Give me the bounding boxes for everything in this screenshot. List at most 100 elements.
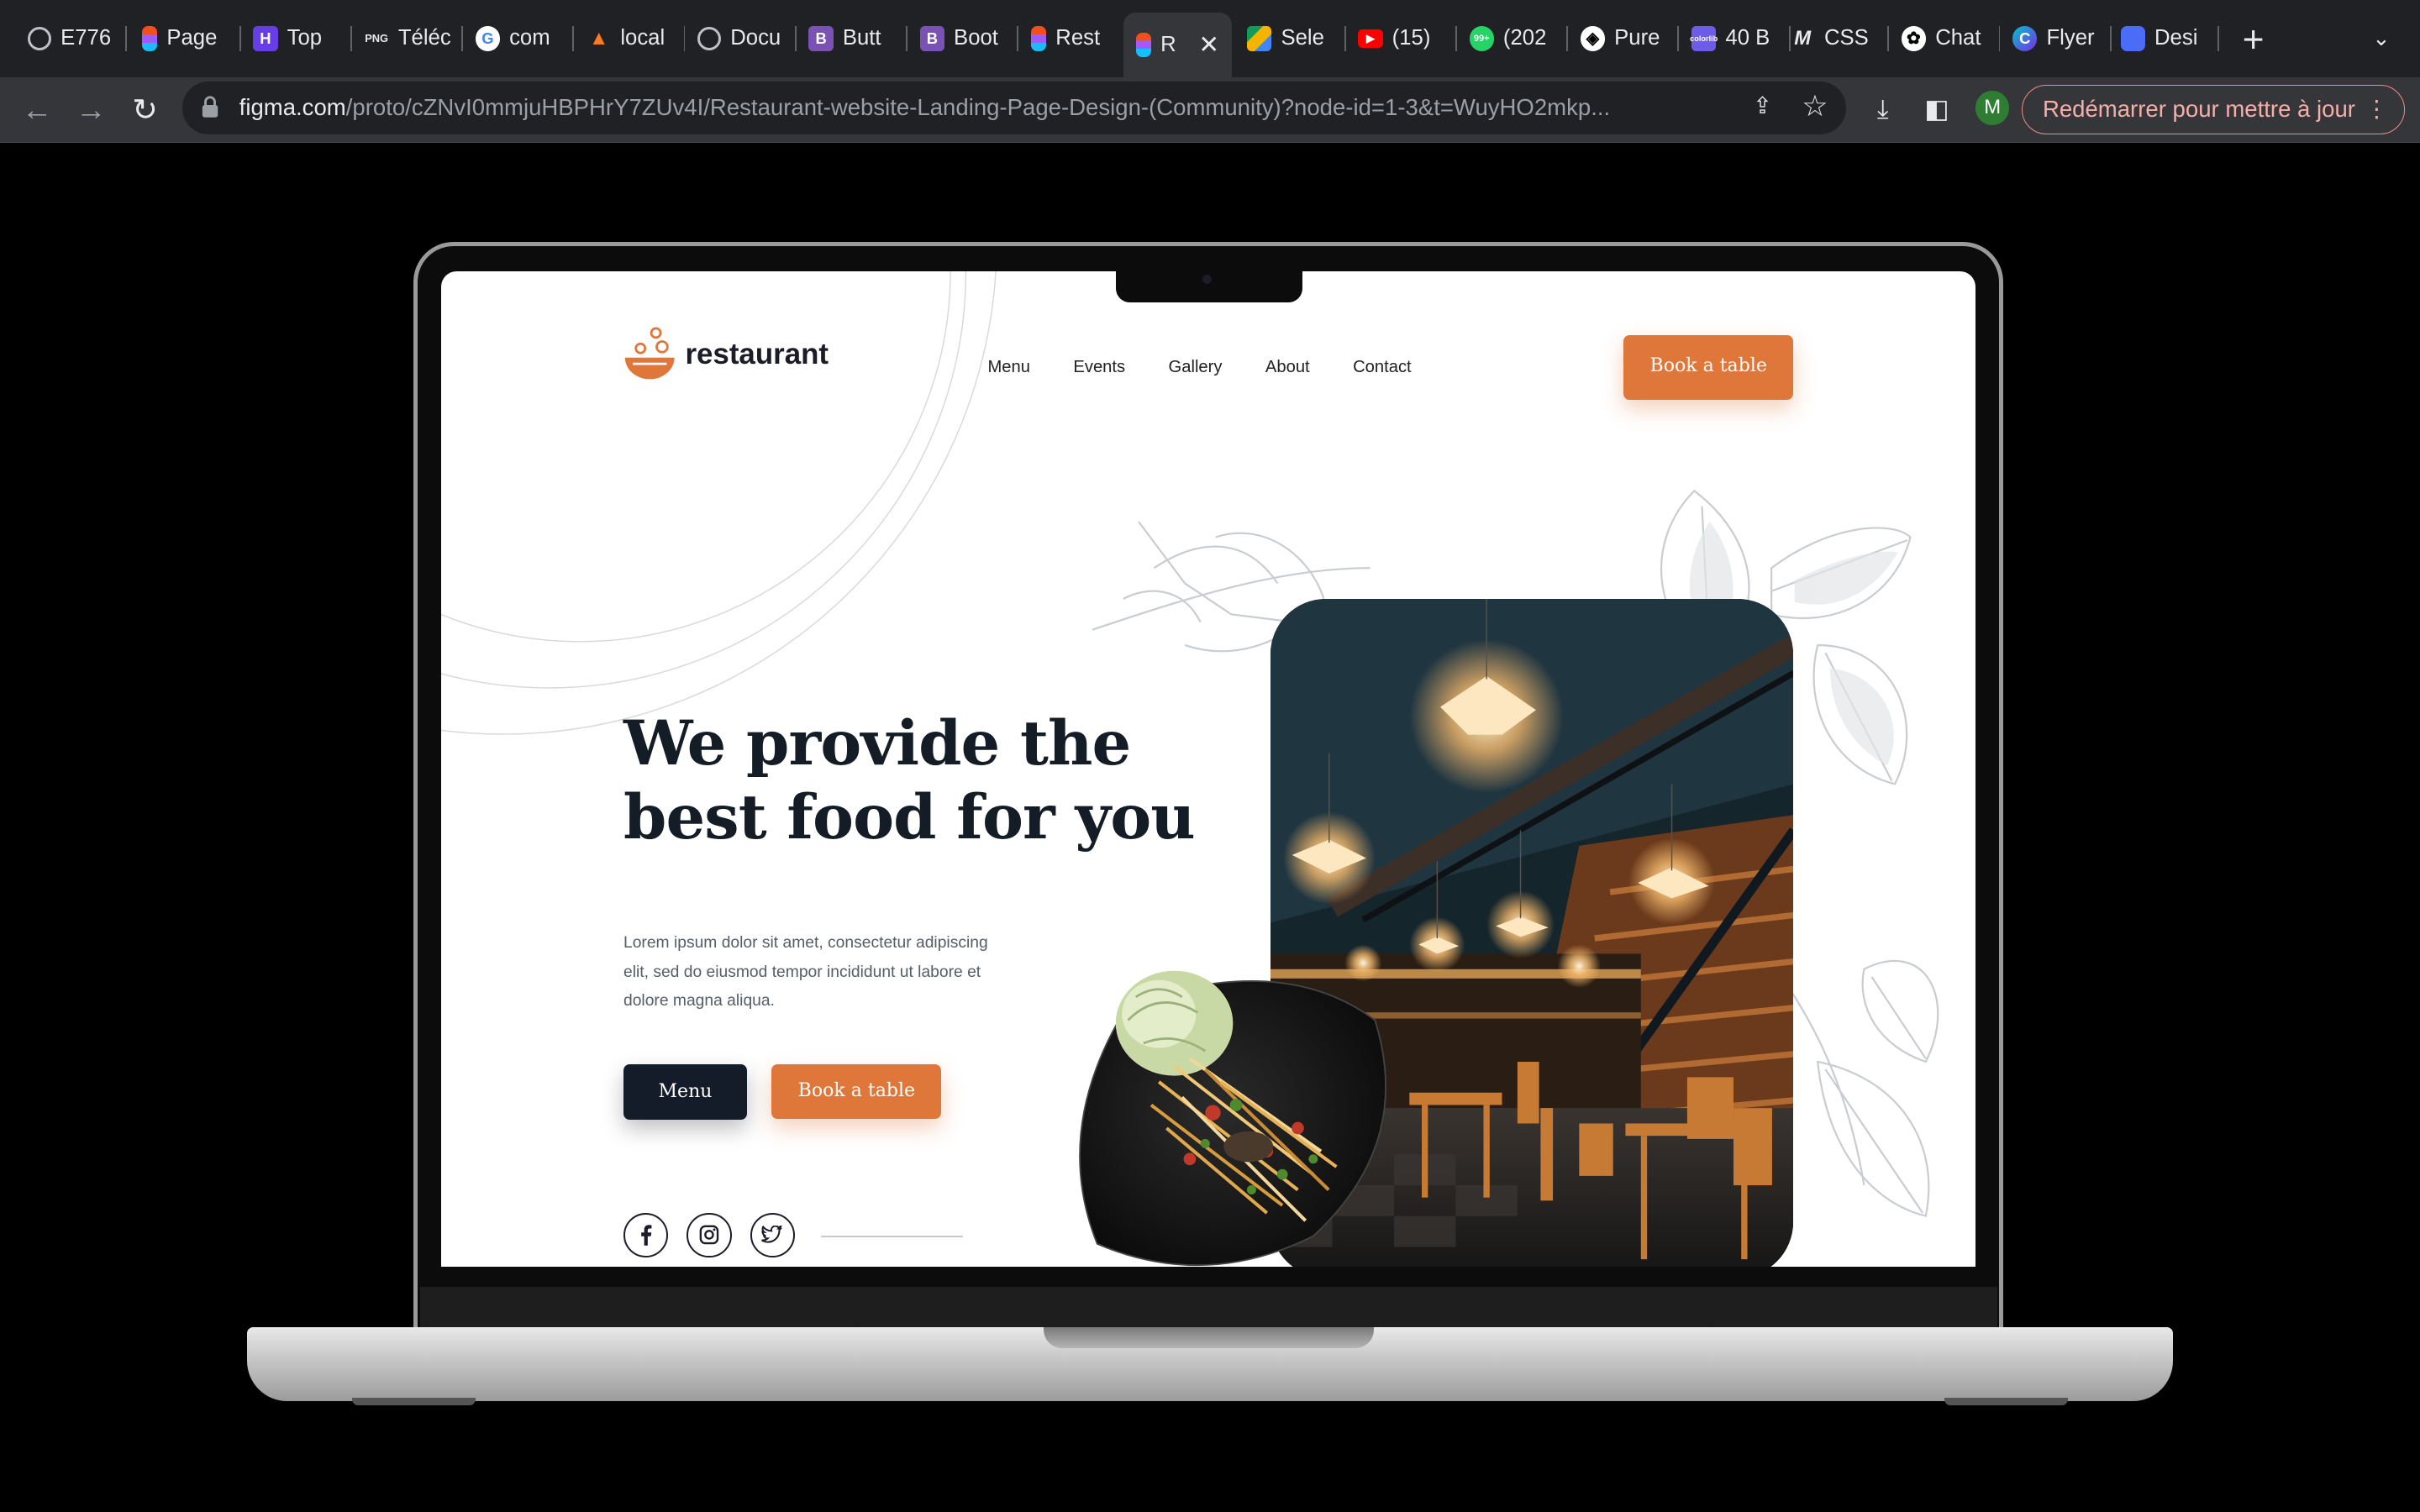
browser-tab[interactable]: C Flyer [2000, 13, 2112, 65]
tab-label: Flyer [2046, 26, 2095, 50]
laptop-thumb-notch [1043, 1326, 1374, 1349]
book-table-nav-button[interactable]: Book a table [1623, 334, 1794, 400]
browser-tab[interactable]: M CSS [1778, 13, 1890, 65]
globe-icon [28, 26, 52, 50]
google-drive-icon [1247, 26, 1272, 51]
logo-text: restaurant [685, 338, 829, 371]
twitter-icon[interactable] [750, 1212, 795, 1257]
tab-label: Top [287, 26, 323, 50]
browser-tab[interactable]: H Top [241, 13, 352, 65]
browser-tab[interactable]: ✿ Chat [1889, 13, 2001, 65]
canva-icon: C [2012, 26, 2038, 51]
laptop-foot [1944, 1398, 2069, 1406]
browser-toolbar: ← → ↻ figma.com/proto/cZNvI0mmjuHBPHrY7Z… [0, 76, 2420, 143]
back-arrow-icon[interactable]: ← [17, 90, 57, 130]
nav-link-menu[interactable]: Menu [987, 358, 1030, 377]
forward-arrow-icon[interactable]: → [71, 90, 111, 130]
download-icon[interactable]: ⤓ [1866, 92, 1900, 126]
tab-label: com [509, 26, 550, 50]
restart-label: Redémarrer pour mettre à jour [2042, 96, 2355, 122]
restart-update-button[interactable]: Redémarrer pour mettre à jour ⋮ [2022, 85, 2405, 134]
food-plate-image [1079, 970, 1387, 1266]
close-icon[interactable]: ✕ [1198, 30, 1219, 60]
nav-link-about[interactable]: About [1265, 358, 1310, 377]
nav-link-contact[interactable]: Contact [1353, 358, 1412, 377]
tab-label: Téléc [397, 26, 451, 50]
side-panel-icon[interactable]: ◧ [1920, 92, 1954, 126]
browser-tab[interactable]: 99+ (202 [1457, 13, 1569, 65]
tab-label: Boot [954, 26, 998, 50]
hero-headline: We provide the best food for you [623, 706, 1210, 854]
openai-icon: ✿ [1901, 26, 1927, 51]
tab-label: CSS [1823, 26, 1869, 50]
globe-icon [697, 26, 722, 50]
browser-tab[interactable]: ◈ Pure [1568, 13, 1680, 65]
browser-tab[interactable]: Desi [2108, 13, 2220, 65]
figma-icon [1135, 32, 1152, 57]
browser-tab-bar: E776 Page H Top PNG Téléc G com ▲ local … [0, 0, 2420, 77]
design-icon [2120, 26, 2145, 51]
tab-label: Chat [1935, 26, 1981, 50]
figma-icon [1030, 26, 1047, 51]
browser-tab[interactable]: PNG Téléc [352, 13, 463, 65]
chevron-down-icon[interactable]: ⌄ [2365, 22, 2398, 55]
lock-icon [202, 96, 218, 118]
tab-label: 40 B [1725, 26, 1770, 50]
browser-tab[interactable]: Sele [1234, 13, 1346, 65]
laptop-bezel [419, 1286, 1997, 1327]
book-table-button[interactable]: Book a table [771, 1064, 942, 1119]
browser-tab[interactable]: Page [129, 13, 241, 65]
nav-link-events[interactable]: Events [1073, 358, 1125, 377]
xampp-icon: ▲ [588, 26, 609, 50]
colorlib-icon: colorlib [1690, 26, 1718, 51]
tab-label: Desi [2154, 26, 2198, 50]
social-divider [821, 1236, 964, 1238]
browser-tab[interactable]: E776 [15, 13, 127, 65]
site-logo[interactable]: restaurant [623, 327, 829, 382]
laptop-foot [351, 1398, 476, 1406]
more-vert-icon[interactable]: ⋮ [2365, 86, 2389, 132]
tab-label: (202 [1502, 26, 1547, 50]
camera-icon [1202, 274, 1212, 284]
png-icon: PNG [365, 32, 389, 45]
bootstrap-icon: B [808, 26, 834, 51]
whatsapp-icon: 99+ [1469, 26, 1494, 51]
browser-tab[interactable]: colorlib 40 B [1679, 13, 1791, 65]
browser-tab[interactable]: Rest [1018, 13, 1127, 65]
url-text[interactable]: figma.com/proto/cZNvI0mmjuHBPHrY7ZUv4I/R… [239, 94, 1737, 121]
browser-tab-active[interactable]: R ✕ [1123, 12, 1232, 77]
address-bar[interactable]: figma.com/proto/cZNvI0mmjuHBPHrY7ZUv4I/R… [182, 81, 1846, 134]
bookmark-star-icon[interactable]: ☆ [1800, 90, 1831, 123]
browser-tab[interactable]: ▲ local [574, 13, 686, 65]
new-tab-button[interactable]: + [2235, 18, 2272, 61]
url-domain: figma.com [239, 94, 346, 121]
tab-label: Butt [842, 26, 881, 50]
bootstrap-icon: B [919, 26, 945, 51]
share-icon[interactable]: ⇪ [1747, 92, 1778, 123]
tab-label: Page [166, 26, 218, 50]
url-path: /proto/cZNvI0mmjuHBPHrY7ZUv4I/Restaurant… [345, 94, 1611, 121]
google-icon: G [475, 26, 501, 51]
facebook-icon[interactable] [623, 1212, 669, 1257]
headline-line: best food for you [623, 781, 1196, 854]
reload-icon[interactable]: ↻ [125, 90, 166, 130]
browser-tab[interactable]: Docu [685, 13, 797, 65]
instagram-icon[interactable] [687, 1212, 732, 1257]
nav-link-gallery[interactable]: Gallery [1169, 358, 1223, 377]
main-navigation: Menu Events Gallery About Contact [987, 358, 1455, 377]
browser-tab[interactable]: B Butt [797, 13, 908, 65]
browser-tab[interactable]: ▶ (15) [1346, 13, 1457, 65]
tab-label: Pure [1614, 26, 1660, 50]
browser-tab[interactable]: G com [463, 13, 575, 65]
tab-label: R [1160, 32, 1176, 56]
avatar[interactable]: M [1975, 91, 2010, 125]
tab-label: E776 [60, 26, 112, 50]
tab-label: Rest [1055, 26, 1101, 50]
tab-label: Sele [1281, 26, 1324, 50]
headline-line: We provide the [623, 707, 1131, 780]
medium-icon: M [1794, 26, 1812, 50]
browser-tab[interactable]: B Boot [908, 13, 1019, 65]
camera-notch [1115, 270, 1303, 302]
menu-button[interactable]: Menu [623, 1064, 747, 1121]
figma-prototype-frame: restaurant Menu Events Gallery About Con… [441, 271, 1975, 1267]
